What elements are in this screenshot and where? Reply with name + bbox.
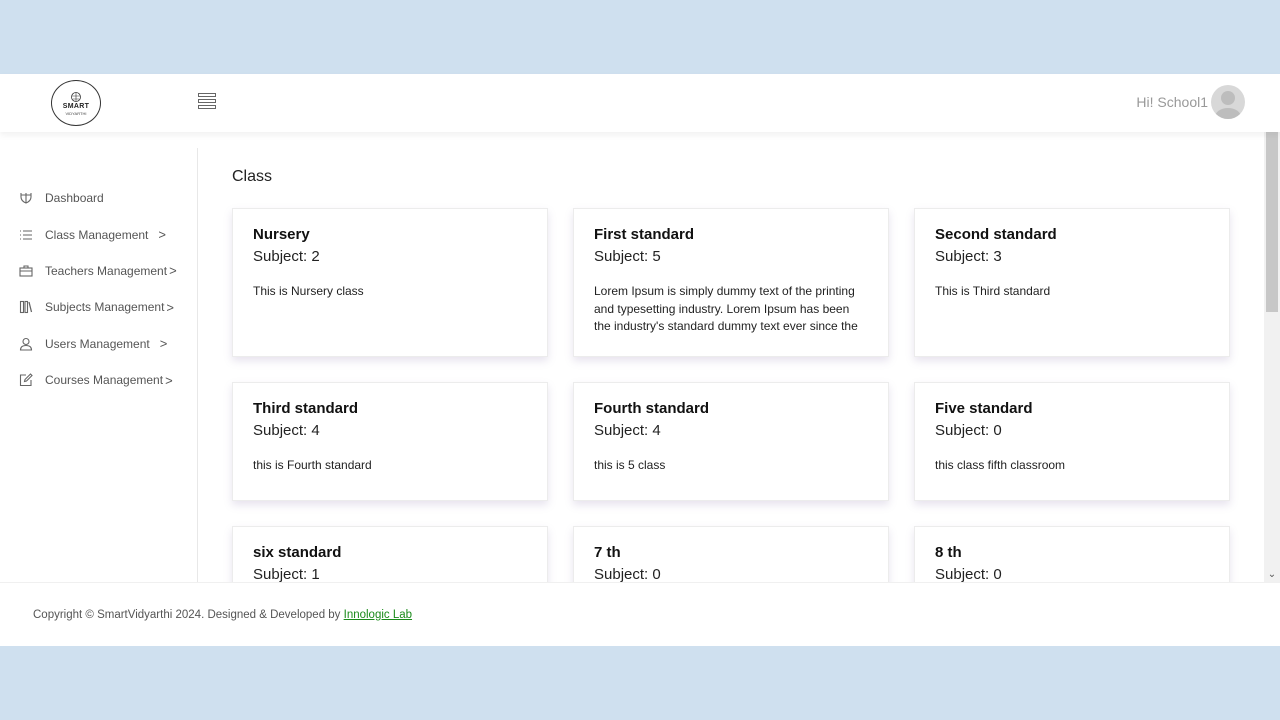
avatar[interactable] [1211,85,1245,119]
top-header: SMART VIDYARTHI Hi! School1 [0,74,1280,132]
chevron-right-icon: > [158,227,166,243]
subject-count: Subject: 2 [253,248,320,265]
sidebar-item-label: Class Management [45,227,149,242]
chevron-down-icon[interactable]: ⌄ [1264,568,1280,582]
sidebar-item-label: Users Management [45,336,150,351]
class-name: Five standard [935,400,1033,417]
scrollbar-thumb[interactable] [1266,132,1278,312]
list-icon [18,227,34,243]
user-avatar-icon [1215,91,1241,119]
sidebar-item-label: Subjects Management [45,300,165,315]
class-name: Third standard [253,400,359,417]
chevron-right-icon: > [159,336,168,352]
class-name: Fourth standard [594,400,709,417]
logo-subtext: VIDYARTHI [65,110,87,116]
class-name: 7 th [594,544,621,561]
class-card-7th[interactable]: 7 th Subject: 0 [573,526,889,582]
class-description: This is Nursery class [253,284,364,298]
footer: Copyright © SmartVidyarthi 2024. Designe… [0,582,1280,646]
class-description: this is 5 class [594,458,666,472]
class-description: this is Fourth standard [253,458,372,472]
developer-link[interactable]: Innologic Lab [344,609,412,621]
sidebar-item-class-management[interactable]: Class Management > [0,216,197,252]
class-card-second-standard[interactable]: Second standard Subject: 3 This is Third… [914,208,1230,357]
chevron-right-icon: > [169,263,177,279]
edit-icon [18,372,34,388]
menu-toggle-icon[interactable] [198,93,217,111]
class-name: Nursery [253,226,310,243]
sidebar-item-dashboard[interactable]: Dashboard [0,180,197,216]
subject-count: Subject: 0 [935,422,1002,439]
user-icon [18,336,34,352]
class-name: 8 th [935,544,962,561]
logo-text: SMART [62,102,90,110]
class-description: This is Third standard [935,284,1051,298]
class-name: First standard [594,226,695,243]
copyright-label: Copyright © SmartVidyarthi 2024. Designe… [33,609,344,621]
subject-count: Subject: 1 [253,566,320,582]
subject-count: Subject: 5 [594,248,661,265]
page-title: Class [232,168,273,185]
chevron-right-icon: > [165,372,173,388]
sidebar-item-label: Dashboard [45,191,104,206]
class-name: six standard [253,544,342,561]
class-card-five-standard[interactable]: Five standard Subject: 0 this class fift… [914,382,1230,501]
class-card-third-standard[interactable]: Third standard Subject: 4 this is Fourth… [232,382,548,501]
books-icon [18,299,34,315]
class-card-nursery[interactable]: Nursery Subject: 2 This is Nursery class [232,208,548,357]
user-greeting: Hi! School1 [1136,94,1208,110]
sidebar-item-courses-management[interactable]: Courses Management > [0,362,197,398]
copyright-text: Copyright © SmartVidyarthi 2024. Designe… [33,609,412,621]
sidebar-item-label: Teachers Management [45,263,168,278]
class-description: Lorem Ipsum is simply dummy text of the … [594,284,858,333]
chevron-right-icon: > [166,299,174,315]
vertical-scrollbar[interactable]: ⌄ [1264,132,1280,582]
main-content: Class Nursery Subject: 2 This is Nursery… [199,132,1264,582]
class-description: this class fifth classroom [935,458,1066,472]
subject-count: Subject: 0 [935,566,1002,582]
class-card-8th[interactable]: 8 th Subject: 0 [914,526,1230,582]
class-card-first-standard[interactable]: First standard Subject: 5 Lorem Ipsum is… [573,208,889,357]
subject-count: Subject: 3 [935,248,1002,265]
brand-logo[interactable]: SMART VIDYARTHI [51,80,101,126]
sidebar-item-subjects-management[interactable]: Subjects Management > [0,289,197,325]
briefcase-icon [18,263,34,279]
sidebar-item-teachers-management[interactable]: Teachers Management > [0,253,197,289]
subject-count: Subject: 4 [594,422,661,439]
sidebar: Dashboard Class Management > Teachers Ma… [0,148,198,582]
sidebar-item-label: Courses Management [45,373,164,388]
dashboard-icon [18,190,34,206]
subject-count: Subject: 0 [594,566,661,582]
sidebar-item-users-management[interactable]: Users Management > [0,326,197,362]
app-window: SMART VIDYARTHI Hi! School1 Dashboard Cl… [0,74,1280,646]
brain-icon [71,91,81,102]
subject-count: Subject: 4 [253,422,320,439]
class-name: Second standard [935,226,1057,243]
class-card-six-standard[interactable]: six standard Subject: 1 [232,526,548,582]
class-card-fourth-standard[interactable]: Fourth standard Subject: 4 this is 5 cla… [573,382,889,501]
